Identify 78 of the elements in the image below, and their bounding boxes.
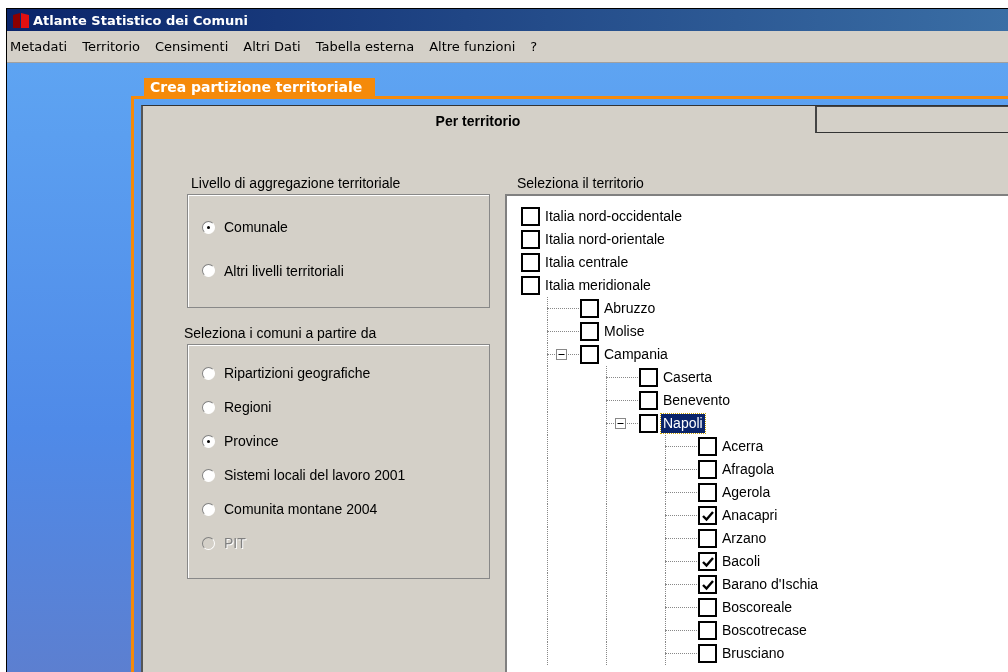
radio-option[interactable]: Comunale bbox=[202, 216, 489, 239]
tree-item[interactable]: Italia nord-occidentale bbox=[543, 207, 684, 226]
tree-item[interactable]: Arzano bbox=[720, 529, 769, 548]
menu-item[interactable]: Metadati bbox=[10, 39, 68, 54]
checkbox[interactable] bbox=[698, 483, 717, 502]
checkbox[interactable] bbox=[698, 460, 717, 479]
checkbox[interactable] bbox=[580, 345, 599, 364]
app-logo-icon bbox=[12, 12, 30, 28]
tab[interactable] bbox=[815, 106, 1008, 133]
tree-expander[interactable] bbox=[556, 349, 567, 360]
radio-label: Sistemi locali del lavoro 2001 bbox=[224, 467, 406, 483]
tree-item[interactable]: Italia centrale bbox=[543, 253, 631, 272]
checkbox[interactable] bbox=[698, 437, 717, 456]
radio-button[interactable] bbox=[202, 434, 215, 448]
radio-option[interactable]: Ripartizioni geografiche bbox=[202, 362, 489, 384]
checkbox[interactable] bbox=[580, 299, 599, 318]
checkbox[interactable] bbox=[698, 621, 717, 640]
panel-title: Crea partizione territoriale bbox=[144, 78, 376, 96]
radio-button[interactable] bbox=[202, 468, 215, 482]
checkbox[interactable] bbox=[521, 276, 540, 295]
menu-item[interactable]: Altri Dati bbox=[243, 39, 301, 54]
tree-expander[interactable] bbox=[615, 418, 626, 429]
tree-label: Seleziona il territorio bbox=[516, 175, 645, 193]
tree-item[interactable]: Abruzzo bbox=[602, 299, 658, 318]
menu-item[interactable]: Altre funzioni bbox=[429, 39, 516, 54]
radio-option[interactable]: Altri livelli territoriali bbox=[202, 259, 489, 282]
tree-item[interactable]: Bacoli bbox=[720, 552, 763, 571]
checkbox[interactable] bbox=[521, 230, 540, 249]
tree-item[interactable]: Caserta bbox=[661, 368, 715, 387]
radio-button[interactable] bbox=[202, 220, 215, 234]
radio-option[interactable]: Province bbox=[202, 430, 489, 452]
checkbox[interactable] bbox=[639, 368, 658, 387]
tree-item[interactable]: Molise bbox=[602, 322, 647, 341]
checkbox[interactable] bbox=[698, 575, 717, 594]
menu-item[interactable]: Territorio bbox=[82, 39, 140, 54]
checkbox[interactable] bbox=[698, 598, 717, 617]
tree-item[interactable]: Campania bbox=[602, 345, 670, 364]
tree-item[interactable]: Boscotrecase bbox=[720, 621, 809, 640]
tree-item[interactable]: Acerra bbox=[720, 437, 766, 456]
checkbox[interactable] bbox=[521, 207, 540, 226]
radio-label: Province bbox=[224, 433, 279, 449]
group-label: Seleziona i comuni a partire da bbox=[184, 325, 378, 343]
menu-item[interactable]: Tabella esterna bbox=[315, 39, 415, 54]
radio-option[interactable]: Sistemi locali del lavoro 2001 bbox=[202, 464, 489, 486]
tree-item[interactable]: Anacapri bbox=[720, 506, 780, 525]
tree-item[interactable]: Napoli bbox=[661, 414, 705, 433]
tree-item[interactable]: Brusciano bbox=[720, 644, 787, 663]
menu-item[interactable]: Censimenti bbox=[155, 39, 229, 54]
checkbox[interactable] bbox=[580, 322, 599, 341]
radio-button[interactable] bbox=[202, 400, 215, 414]
checkbox[interactable] bbox=[698, 506, 717, 525]
radio-button[interactable] bbox=[202, 366, 215, 380]
radio-button[interactable] bbox=[202, 264, 215, 278]
group-label: Livello di aggregazione territoriale bbox=[190, 175, 402, 193]
menu-item[interactable]: ? bbox=[530, 39, 538, 54]
radio-option[interactable]: Regioni bbox=[202, 396, 489, 418]
checkbox[interactable] bbox=[698, 529, 717, 548]
tree-item[interactable]: Agerola bbox=[720, 483, 773, 502]
radio-button[interactable] bbox=[202, 502, 215, 516]
radio-label: PIT bbox=[224, 535, 246, 551]
checkbox[interactable] bbox=[639, 414, 658, 433]
radio-option[interactable]: Comunita montane 2004 bbox=[202, 498, 489, 520]
tree-item[interactable]: Benevento bbox=[661, 391, 732, 410]
checkbox[interactable] bbox=[521, 253, 540, 272]
tree-item[interactable]: Italia meridionale bbox=[543, 276, 653, 295]
radio-label: Ripartizioni geografiche bbox=[224, 365, 371, 381]
radio-label: Regioni bbox=[224, 399, 272, 415]
tree-item[interactable]: Boscoreale bbox=[720, 598, 795, 617]
tree-item[interactable]: Barano d'Ischia bbox=[720, 575, 821, 594]
radio-label: Comunale bbox=[224, 219, 288, 236]
window-title: Atlante Statistico dei Comuni bbox=[33, 12, 248, 28]
radio-label: Comunita montane 2004 bbox=[224, 501, 378, 517]
radio-label: Altri livelli territoriali bbox=[224, 262, 344, 279]
tree-item[interactable]: Afragola bbox=[720, 460, 777, 479]
checkbox[interactable] bbox=[698, 644, 717, 663]
checkbox[interactable] bbox=[698, 552, 717, 571]
tree-item[interactable]: Italia nord-orientale bbox=[543, 230, 667, 249]
checkbox[interactable] bbox=[639, 391, 658, 410]
